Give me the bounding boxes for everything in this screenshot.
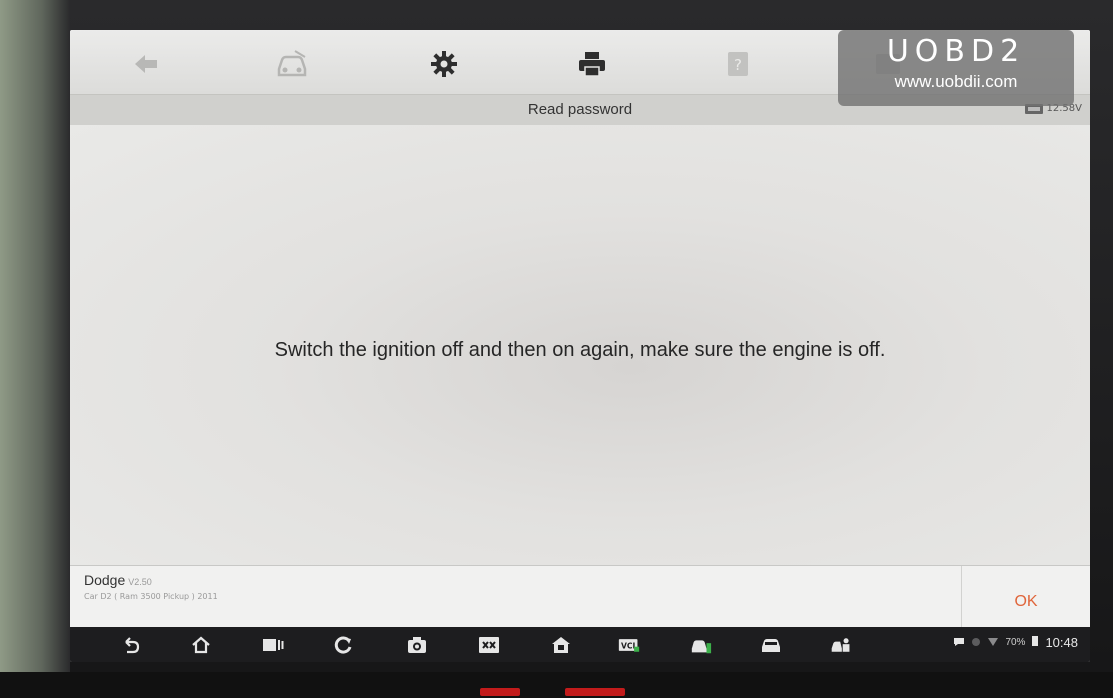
car-icon[interactable]	[760, 634, 782, 656]
vehicle-info: Dodge V2.50	[84, 572, 152, 588]
svg-text:?: ?	[734, 56, 742, 74]
refresh-icon[interactable]	[332, 634, 354, 656]
vehicle-footer: Dodge V2.50 Car D2 ( Ram 3500 Pickup ) 20…	[70, 565, 1090, 628]
camera-icon[interactable]	[406, 634, 428, 656]
chat-icon	[953, 635, 965, 650]
home-icon[interactable]	[190, 634, 212, 656]
status-area: 70% 10:48	[953, 635, 1078, 650]
recent-apps-icon[interactable]	[262, 634, 284, 656]
message-area: Switch the ignition off and then on agai…	[70, 125, 1090, 565]
photo-glare	[0, 0, 70, 698]
vehicle-name: Dodge	[84, 572, 126, 588]
device-bottom-edge	[0, 672, 1113, 698]
watermark-url: www.uobdii.com	[894, 72, 1018, 91]
back-arrow-icon[interactable]	[120, 634, 142, 656]
ok-button[interactable]: OK	[1000, 587, 1051, 617]
svg-text:VCI: VCI	[621, 641, 635, 650]
watermark-logo: UOBD2 www.uobdii.com	[838, 30, 1074, 106]
ok-button-area: OK	[961, 566, 1090, 628]
screen-switch-icon[interactable]	[478, 634, 500, 656]
back-icon[interactable]	[128, 46, 164, 82]
car-service-icon[interactable]	[830, 634, 852, 656]
battery-percent: 70%	[1005, 637, 1026, 648]
vehicle-detail: Car D2 ( Ram 3500 Pickup ) 2011	[84, 592, 218, 601]
gear-icon[interactable]	[426, 46, 462, 82]
battery-status-icon	[1031, 635, 1039, 650]
help-icon[interactable]: ?	[720, 46, 756, 82]
device-edge-decal	[565, 688, 625, 696]
wifi-icon	[987, 635, 999, 650]
car-check-icon[interactable]	[690, 634, 712, 656]
printer-icon[interactable]	[574, 46, 610, 82]
clock: 10:48	[1045, 635, 1078, 650]
vci-icon[interactable]: VCI	[618, 634, 640, 656]
system-navbar: VCI 70% 10:48	[70, 627, 1090, 662]
tablet-screen: ? Read password 12.58V Switch the igniti…	[70, 30, 1090, 662]
software-version: V2.50	[128, 577, 152, 587]
watermark-brand: UOBD2	[886, 34, 1026, 69]
device-edge-decal	[480, 688, 520, 696]
sync-icon	[971, 635, 981, 650]
home-shortcut-icon[interactable]	[550, 634, 572, 656]
instruction-message: Switch the ignition off and then on agai…	[274, 339, 886, 361]
car-diagnostics-icon[interactable]	[274, 46, 310, 82]
